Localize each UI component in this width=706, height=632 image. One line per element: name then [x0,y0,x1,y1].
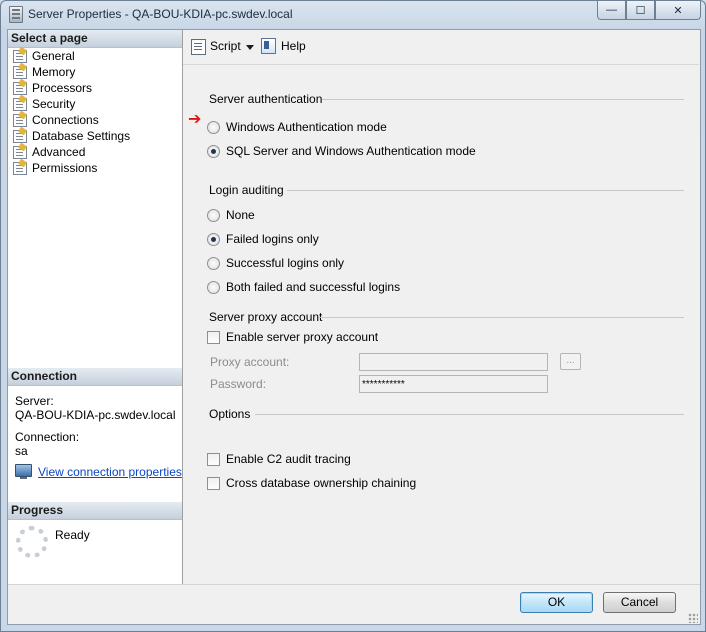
help-button[interactable]: Help [281,39,306,53]
proxy-account-input[interactable] [359,353,548,371]
connection-heading: Connection [8,368,182,386]
options-divider [255,414,684,415]
page-settings-icon [13,130,27,143]
progress-section: Progress Ready [8,502,182,558]
server-label: Server: [15,394,54,408]
proxy-account-label: Proxy account: [210,355,290,369]
progress-spinner-icon [16,526,48,558]
server-properties-window: Server Properties - QA-BOU-KDIA-pc.swdev… [0,0,706,632]
page-settings-icon [13,50,27,63]
page-settings-icon [13,66,27,79]
maximize-icon: ☐ [635,4,646,17]
server-authentication-title: Server authentication [209,92,323,106]
server-proxy-title: Server proxy account [209,310,323,324]
page-list: General Memory Processors Security Connectio… [8,48,182,176]
audit-failed-radio[interactable] [207,233,220,246]
audit-failed-label[interactable]: Failed logins only [226,232,319,246]
progress-heading: Progress [8,502,182,520]
audit-none-radio[interactable] [207,209,220,222]
audit-none-label[interactable]: None [226,208,255,222]
ok-button[interactable]: OK [520,592,593,613]
close-button[interactable]: ✕ [655,1,701,20]
sidebar-item-label: Advanced [32,145,86,159]
page-settings-icon [13,114,27,127]
server-proxy-divider [319,317,684,318]
sidebar-item-label: Permissions [32,161,98,175]
sidebar-item-processors[interactable]: Processors [8,80,182,96]
sidebar-item-security[interactable]: Security [8,96,182,112]
help-icon[interactable] [261,38,276,54]
resize-grip-icon[interactable] [688,613,698,623]
select-page-heading: Select a page [8,30,182,48]
server-authentication-divider [322,99,684,100]
connection-section: Connection Server: QA-BOU-KDIA-pc.swdev.… [8,368,182,482]
sidebar-item-label: Database Settings [32,129,131,143]
password-label: Password: [210,377,267,391]
enable-proxy-label[interactable]: Enable server proxy account [226,330,378,344]
title-bar[interactable]: Server Properties - QA-BOU-KDIA-pc.swdev… [1,1,705,27]
audit-successful-radio[interactable] [207,257,220,270]
windows-auth-label[interactable]: Windows Authentication mode [226,120,387,134]
script-dropdown-arrow-icon[interactable] [246,45,254,50]
audit-both-label[interactable]: Both failed and successful logins [226,280,400,294]
view-connection-properties-row: View connection properties [8,464,182,482]
red-arrow-marker-icon: ➔ [188,111,202,128]
options-title: Options [209,407,251,421]
sql-windows-auth-label[interactable]: SQL Server and Windows Authentication mo… [226,144,476,158]
cross-db-chaining-checkbox[interactable] [207,477,220,490]
sidebar-item-database-settings[interactable]: Database Settings [8,128,182,144]
login-auditing-title: Login auditing [209,183,284,197]
server-value: QA-BOU-KDIA-pc.swdev.local [15,408,176,422]
close-icon: ✕ [673,4,683,17]
dialog-footer: OK Cancel [8,584,700,625]
sidebar-item-label: General [32,49,75,63]
window-controls: — ☐ ✕ [597,1,701,20]
minimize-icon: — [606,4,617,16]
password-input[interactable]: *********** [359,375,548,393]
sidebar-item-advanced[interactable]: Advanced [8,144,182,160]
sidebar-item-label: Memory [32,65,76,79]
view-connection-properties-link[interactable]: View connection properties [38,465,182,479]
server-properties-app-icon [9,6,23,23]
maximize-button[interactable]: ☐ [626,1,655,20]
audit-both-radio[interactable] [207,281,220,294]
connection-properties-icon[interactable] [15,464,32,479]
page-settings-icon [13,146,27,159]
login-auditing-divider [287,190,684,191]
security-page: Server authentication ➔ Windows Authenti… [183,64,699,584]
proxy-account-browse-button[interactable]: ... [560,353,581,370]
sidebar-item-memory[interactable]: Memory [8,64,182,80]
window-title: Server Properties - QA-BOU-KDIA-pc.swdev… [28,7,293,21]
page-settings-icon [13,162,27,175]
audit-successful-label[interactable]: Successful logins only [226,256,344,270]
sidebar-item-label: Connections [32,113,99,127]
c2-audit-label[interactable]: Enable C2 audit tracing [226,452,351,466]
sidebar-item-general[interactable]: General [8,48,182,64]
sidebar-item-permissions[interactable]: Permissions [8,160,182,176]
c2-audit-checkbox[interactable] [207,453,220,466]
dialog-client-area: Select a page General Memory Processors Sec… [7,29,701,625]
sidebar-item-connections[interactable]: Connections [8,112,182,128]
connection-label: Connection: [15,430,80,444]
toolbar: Script Help [183,30,700,63]
enable-proxy-checkbox[interactable] [207,331,220,344]
page-selector-pane: Select a page General Memory Processors Sec… [8,30,183,584]
sql-windows-auth-radio[interactable] [207,145,220,158]
sidebar-item-label: Security [32,97,76,111]
connection-value: sa [15,444,28,458]
script-button[interactable]: Script [210,39,241,53]
progress-status: Ready [55,528,90,542]
page-settings-icon [13,98,27,111]
minimize-button[interactable]: — [597,1,626,20]
cancel-button[interactable]: Cancel [603,592,676,613]
sidebar-item-label: Processors [32,81,93,95]
windows-auth-radio[interactable] [207,121,220,134]
cross-db-chaining-label[interactable]: Cross database ownership chaining [226,476,416,490]
script-icon[interactable] [191,39,206,55]
page-settings-icon [13,82,27,95]
